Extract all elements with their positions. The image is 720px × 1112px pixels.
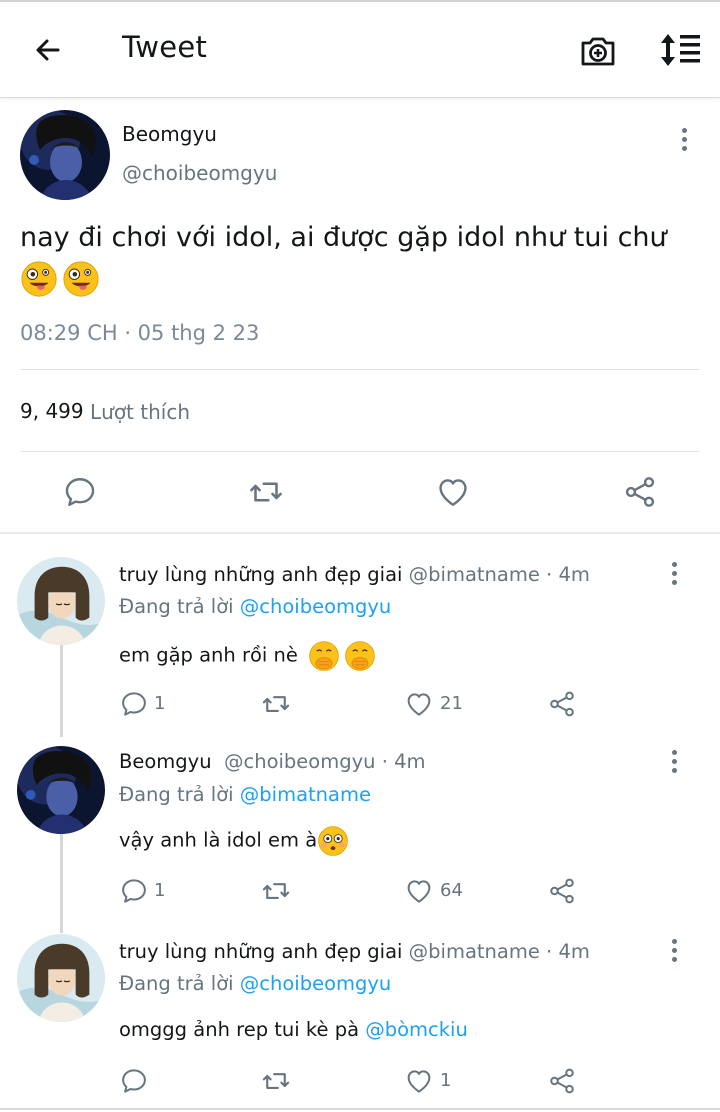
reply-count: 1 xyxy=(154,880,166,901)
tweet-timestamp: 08:29 CH · 05 thg 2 23 xyxy=(20,321,260,345)
avatar[interactable] xyxy=(17,746,105,834)
reply-bubble-icon[interactable] xyxy=(119,876,149,910)
author-name[interactable]: Beomgyu xyxy=(122,122,217,146)
top-app-bar: Tweet xyxy=(0,2,720,98)
replying-to-mention[interactable]: @bimatname xyxy=(240,783,371,806)
replying-to: Đang trả lời @bimatname xyxy=(119,783,371,806)
reply-body: vậy anh là idol em à xyxy=(119,828,318,852)
thread-connector xyxy=(60,645,63,737)
reply-bubble-icon[interactable] xyxy=(119,1066,149,1100)
reply-author-name: truy lùng những anh đẹp giai xyxy=(119,940,403,963)
replying-to-mention[interactable]: @choibeomgyu xyxy=(240,595,392,618)
page-title: Tweet xyxy=(122,30,208,64)
replying-to: Đang trả lời @choibeomgyu xyxy=(119,595,391,618)
likes-label[interactable]: Lượt thích xyxy=(90,400,190,424)
reply-author-handle: @bimatname · 4m xyxy=(408,563,590,586)
reply-author-handle: @choibeomgyu · 4m xyxy=(223,750,426,773)
share-icon[interactable] xyxy=(622,474,658,514)
divider xyxy=(0,1108,720,1110)
share-icon[interactable] xyxy=(547,876,577,910)
replying-prefix: Đang trả lời xyxy=(119,783,234,806)
tweet-body: nay đi chơi với idol, ai được gặp idol n… xyxy=(20,222,667,253)
more-vertical-icon[interactable] xyxy=(669,562,679,590)
reply-bubble-icon[interactable] xyxy=(62,474,98,514)
reply-count: 1 xyxy=(154,693,166,714)
more-vertical-icon[interactable] xyxy=(679,128,689,156)
reply-author-handle: @bimatname · 4m xyxy=(408,940,590,963)
like-count: 64 xyxy=(440,880,463,901)
more-vertical-icon[interactable] xyxy=(669,939,679,967)
replying-prefix: Đang trả lời xyxy=(119,972,234,995)
divider xyxy=(0,532,720,534)
retweet-icon[interactable] xyxy=(260,1066,292,1100)
heart-icon[interactable] xyxy=(404,1066,434,1100)
thread-connector xyxy=(60,833,63,933)
retweet-icon[interactable] xyxy=(260,876,292,910)
zany-face-emoji xyxy=(20,260,58,298)
reply-header[interactable]: truy lùng những anh đẹp giai @bimatname … xyxy=(119,563,590,586)
divider xyxy=(20,369,700,370)
retweet-icon[interactable] xyxy=(247,474,285,514)
like-count: 21 xyxy=(440,693,463,714)
reply-header[interactable]: Beomgyu @choibeomgyu · 4m xyxy=(119,750,426,773)
zany-face-emoji xyxy=(62,260,100,298)
reply-text: em gặp anh rồi nè xyxy=(119,640,380,672)
replying-to-mention[interactable]: @choibeomgyu xyxy=(240,972,392,995)
hand-over-mouth-emoji xyxy=(308,640,340,672)
reply-text: omggg ảnh rep tui kè pà @bòmckiu xyxy=(119,1018,468,1041)
share-icon[interactable] xyxy=(547,689,577,723)
sort-list-icon[interactable] xyxy=(656,30,702,70)
more-vertical-icon[interactable] xyxy=(669,750,679,778)
share-icon[interactable] xyxy=(547,1066,577,1100)
reply-text: vậy anh là idol em à xyxy=(119,825,353,857)
reply-body: em gặp anh rồi nè xyxy=(119,643,298,667)
reply-author-name: truy lùng những anh đẹp giai xyxy=(119,563,403,586)
avatar[interactable] xyxy=(17,557,105,645)
heart-icon[interactable] xyxy=(435,474,471,514)
author-handle[interactable]: @choibeomgyu xyxy=(122,161,277,185)
reply-bubble-icon[interactable] xyxy=(119,689,149,723)
divider xyxy=(20,451,700,452)
retweet-icon[interactable] xyxy=(260,689,292,723)
flushed-face-emoji xyxy=(317,825,349,857)
replying-to: Đang trả lời @choibeomgyu xyxy=(119,972,391,995)
avatar[interactable] xyxy=(20,110,110,200)
reply-body: omggg ảnh rep tui kè pà xyxy=(119,1018,360,1041)
reply-mention[interactable]: @bòmckiu xyxy=(365,1018,468,1041)
tweet-text: nay đi chơi với idol, ai được gặp idol n… xyxy=(20,218,700,298)
reply-header[interactable]: truy lùng những anh đẹp giai @bimatname … xyxy=(119,940,590,963)
avatar[interactable] xyxy=(17,934,105,1022)
arrow-left-icon[interactable] xyxy=(28,30,68,70)
heart-icon[interactable] xyxy=(404,689,434,723)
camera-plus-icon[interactable] xyxy=(578,30,618,70)
likes-count[interactable]: 9, 499 xyxy=(20,399,84,423)
heart-icon[interactable] xyxy=(404,876,434,910)
reply-author-name: Beomgyu xyxy=(119,750,212,773)
hand-over-mouth-emoji xyxy=(344,640,376,672)
replying-prefix: Đang trả lời xyxy=(119,595,234,618)
like-count: 1 xyxy=(440,1070,452,1091)
